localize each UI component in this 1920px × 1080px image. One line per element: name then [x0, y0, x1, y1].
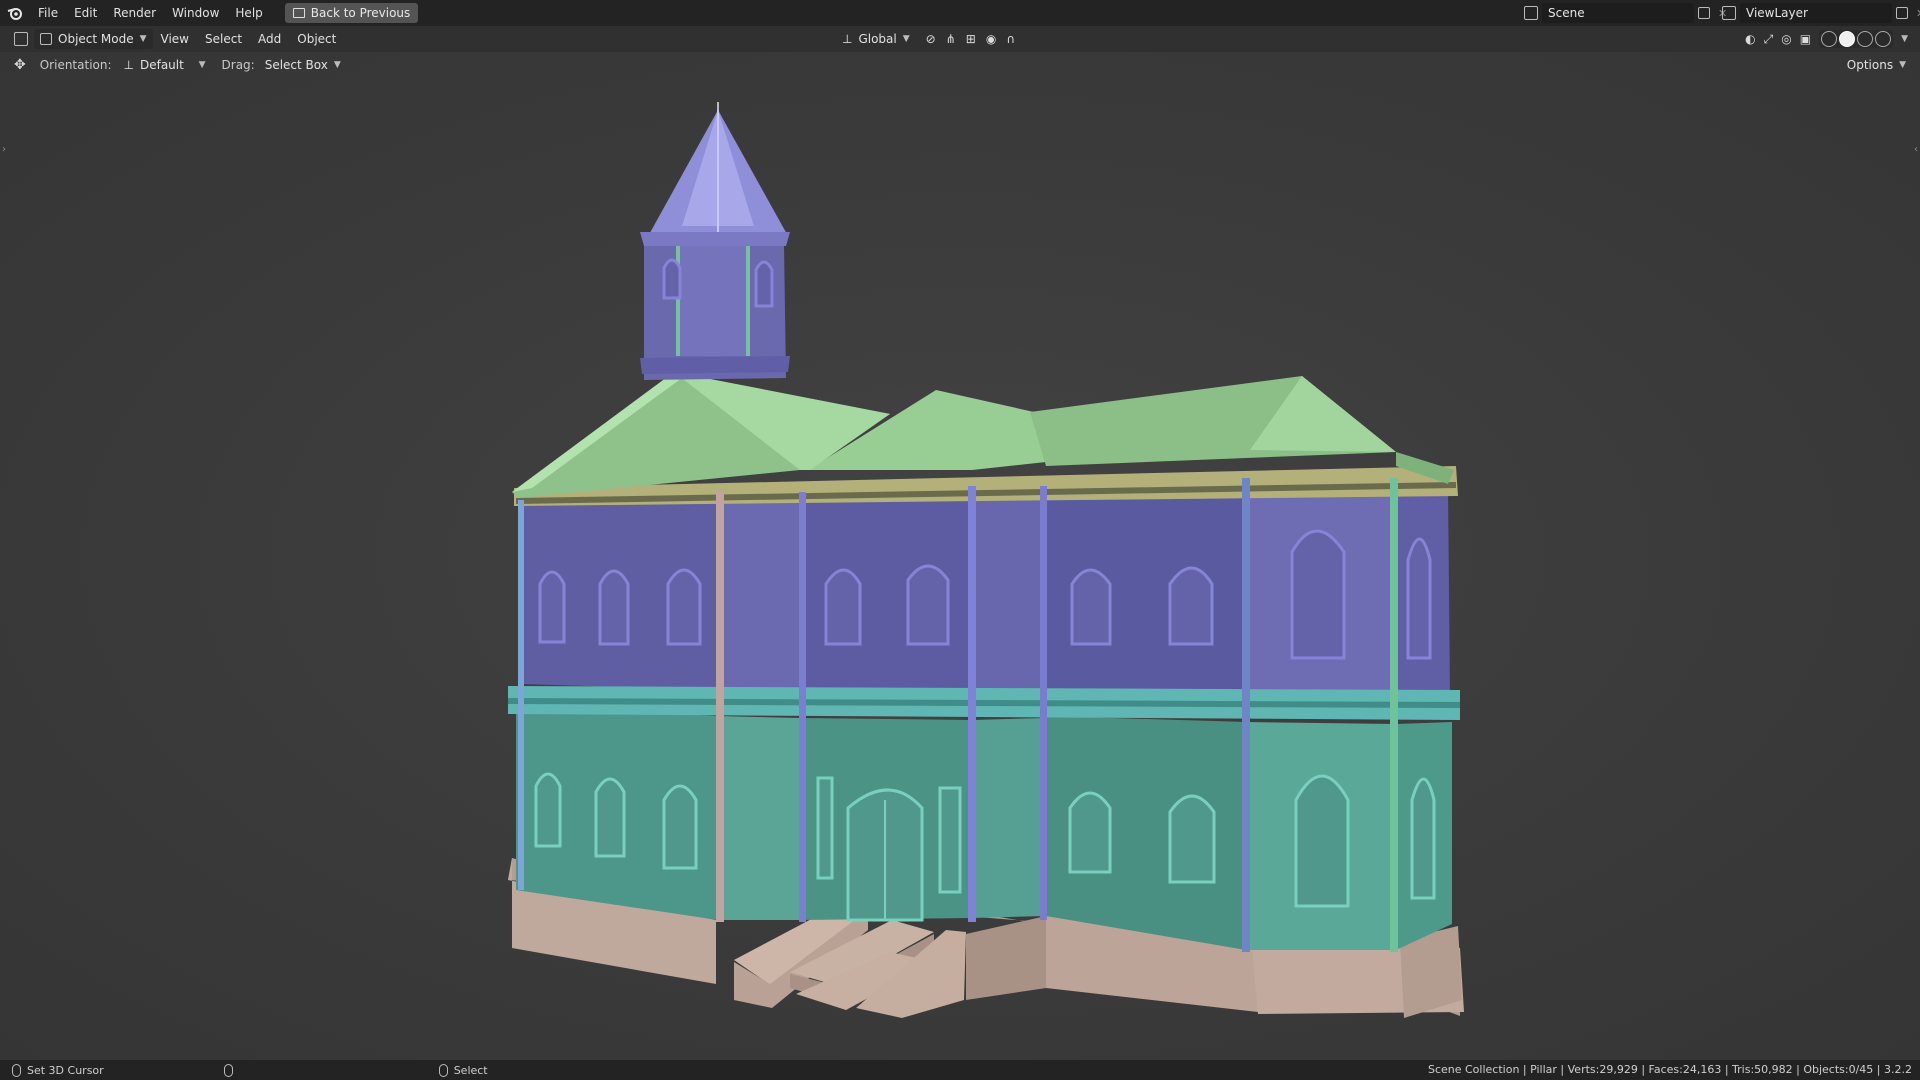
menu-add[interactable]: Add [250, 32, 289, 46]
solid-shading-icon[interactable] [1839, 31, 1856, 47]
proportional-edit-icon[interactable]: ◉ [986, 32, 996, 46]
visibility-icon[interactable]: ◐ [1745, 32, 1755, 46]
object-mode-icon [40, 33, 52, 45]
shading-mode-group [1819, 30, 1894, 48]
chevron-down-icon: ▼ [198, 60, 206, 70]
mouse-right-icon [438, 1063, 448, 1077]
mouse-middle-icon [223, 1063, 233, 1077]
viewport-header: Object Mode ▼ View Select Add Object ⊥ G… [0, 26, 1920, 52]
options-dropdown[interactable]: Options ▼ [1841, 55, 1912, 75]
drag-value: Select Box [264, 58, 328, 72]
material-shading-icon[interactable] [1857, 31, 1874, 47]
orientation-axis-icon: ⊥ [123, 58, 134, 72]
transform-tools: ⊥ Global ▼ ⊘ ⋔ ⊞ ◉ ∩ [836, 26, 1015, 52]
base-center [966, 916, 1046, 1000]
transform-orientation-dropdown[interactable]: ⊥ Global ▼ [836, 29, 916, 49]
gizmo-icon[interactable]: ⤢ [1764, 32, 1774, 47]
rendered-shading-icon[interactable] [1875, 31, 1892, 47]
overlay-icon[interactable]: ◎ [1781, 32, 1791, 46]
chevron-down-icon: ▼ [139, 34, 147, 44]
chevron-down-icon: ▼ [1899, 60, 1906, 70]
options-label: Options [1846, 58, 1894, 72]
wireframe-shading-icon[interactable] [1821, 31, 1838, 47]
viewport-display-tools: ◐ ⤢ ◎ ▣ ▼ [1745, 26, 1908, 52]
editor-type-icon[interactable] [14, 32, 28, 46]
object-mode-label: Object Mode [58, 32, 134, 46]
status-bar: Set 3D Cursor Select Scene Collection | … [0, 1060, 1920, 1080]
chevron-down-icon: ▼ [333, 60, 341, 70]
chevron-down-icon: ▼ [902, 34, 910, 44]
building-model[interactable] [0, 0, 1920, 1080]
mouse-left-icon [12, 1063, 21, 1077]
menu-object[interactable]: Object [289, 32, 344, 46]
drag-label: Drag: [221, 58, 255, 72]
menu-select[interactable]: Select [197, 32, 250, 46]
transform-orientation-label: Global [858, 32, 897, 46]
snap-target-icon[interactable]: ⊞ [966, 32, 976, 46]
drag-dropdown[interactable]: Select Box ▼ [259, 55, 347, 75]
snap-icon[interactable]: ⋔ [946, 32, 956, 46]
orientation-dropdown[interactable]: ⊥ Default ▼ [118, 55, 212, 75]
orientation-label: Orientation: [39, 58, 112, 72]
falloff-icon[interactable]: ∩ [1006, 32, 1015, 46]
scene-statistics: Scene Collection | Pillar | Verts:29,929… [1427, 1063, 1912, 1076]
orientation-value: Default [139, 58, 184, 72]
chevron-down-icon[interactable]: ▼ [1901, 34, 1908, 44]
move-tool-icon[interactable]: ✥ [14, 57, 26, 73]
menu-view[interactable]: View [153, 32, 197, 46]
status-middle-action: Select [453, 1063, 488, 1077]
global-axis-icon: ⊥ [842, 32, 853, 46]
pivot-point-icon[interactable]: ⊘ [926, 32, 936, 46]
status-left-action: Set 3D Cursor [27, 1063, 104, 1077]
xray-icon[interactable]: ▣ [1800, 32, 1811, 46]
object-mode-dropdown[interactable]: Object Mode ▼ [34, 29, 153, 49]
tool-settings-bar: ✥ Orientation: ⊥ Default ▼ Drag: Select … [0, 52, 1920, 78]
